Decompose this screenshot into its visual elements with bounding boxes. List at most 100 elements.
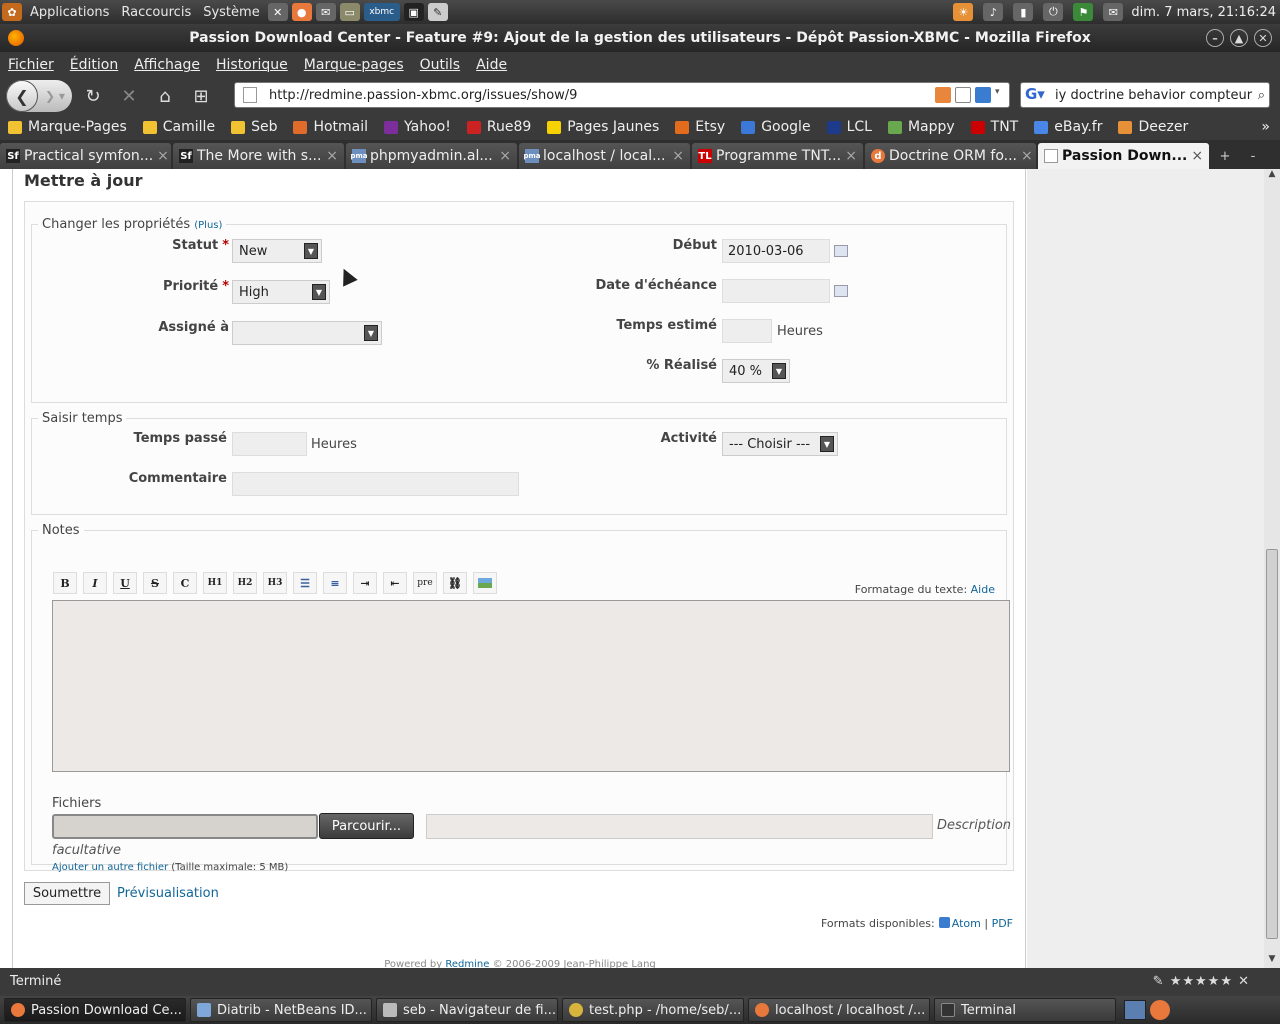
statut-select[interactable]: New ▼ xyxy=(232,239,322,263)
rating-stars-icon[interactable]: ✎ ★★★★★ ✕ xyxy=(1153,974,1250,989)
power-icon[interactable]: ⏻ xyxy=(1043,3,1064,21)
indent-right-icon[interactable]: ⇥ xyxy=(353,572,377,594)
new-tab-icon[interactable]: + xyxy=(1211,143,1239,169)
priorite-select[interactable]: High ▼ xyxy=(232,280,330,304)
url-text[interactable]: http://redmine.passion-xbmc.org/issues/s… xyxy=(269,88,577,103)
info-icon[interactable] xyxy=(975,87,991,103)
stop-icon[interactable]: ✕ xyxy=(114,81,144,111)
volume-icon[interactable]: ♪ xyxy=(983,3,1004,21)
bookmark-google[interactable]: Google xyxy=(733,119,818,135)
minimize-icon[interactable]: – xyxy=(1206,29,1224,47)
file-description-field[interactable] xyxy=(426,814,933,839)
tab-phpmyadmin[interactable]: pma phpmyadmin.al... × xyxy=(346,143,517,169)
task-terminal[interactable]: Terminal xyxy=(934,998,1116,1022)
clock[interactable]: dim. 7 mars, 21:16:24 xyxy=(1131,5,1276,20)
bookmark-etsy[interactable]: Etsy xyxy=(667,119,733,135)
tab-localhost[interactable]: pma localhost / local... × xyxy=(519,143,690,169)
menu-systeme[interactable]: Système xyxy=(197,5,265,20)
terminal-launcher-icon[interactable]: ▣ xyxy=(403,3,424,21)
forward-arrow-icon[interactable]: ❯ ▾ xyxy=(38,89,72,103)
assigne-select[interactable]: ▼ xyxy=(232,321,382,345)
menu-aide[interactable]: Aide xyxy=(468,57,515,73)
redmine-link[interactable]: Redmine xyxy=(445,959,489,968)
menu-marque-pages[interactable]: Marque-pages xyxy=(296,57,412,73)
heading3-button[interactable]: H3 xyxy=(263,572,287,594)
temps-passe-field[interactable] xyxy=(232,432,307,456)
add-file-link[interactable]: Ajouter un autre fichier xyxy=(52,862,168,873)
workspace-switcher-icon[interactable] xyxy=(1124,1000,1146,1020)
strikethrough-button[interactable]: S xyxy=(143,572,167,594)
gnome-foot-icon[interactable]: ✿ xyxy=(2,3,22,21)
bookmark-mappy[interactable]: Mappy xyxy=(880,119,963,135)
menu-raccourcis[interactable]: Raccourcis xyxy=(115,5,197,20)
tab-practical-symfony[interactable]: Sf Practical symfon... × xyxy=(0,143,171,169)
heading1-button[interactable]: H1 xyxy=(203,572,227,594)
scroll-up-icon[interactable]: ▲ xyxy=(1264,169,1280,183)
maximize-icon[interactable]: ▲ xyxy=(1230,29,1248,47)
firefox-tray-icon[interactable] xyxy=(1150,1000,1170,1020)
task-file-browser[interactable]: seb - Navigateur de fi... xyxy=(376,998,558,1022)
bookmark-rue89[interactable]: Rue89 xyxy=(459,119,539,135)
runner-icon[interactable]: ⚑ xyxy=(1073,3,1094,21)
tab-programme-tnt[interactable]: TL Programme TNT... × xyxy=(692,143,863,169)
notes-textarea[interactable] xyxy=(52,600,1010,772)
bookmark-camille[interactable]: Camille xyxy=(135,119,223,135)
tab-close-icon[interactable]: × xyxy=(668,148,684,164)
network-icon[interactable]: ▮ xyxy=(1013,3,1034,21)
menu-applications[interactable]: Applications xyxy=(24,5,115,20)
italic-button[interactable]: I xyxy=(83,572,107,594)
debut-field[interactable]: 2010-03-06 xyxy=(722,239,830,263)
tab-close-icon[interactable]: × xyxy=(1187,148,1203,164)
scrollbar-thumb[interactable] xyxy=(1266,549,1278,939)
close-icon[interactable]: ✕ xyxy=(1254,29,1272,47)
tab-close-icon[interactable]: × xyxy=(322,148,338,164)
text-editor-launcher-icon[interactable]: ✎ xyxy=(427,3,448,21)
search-text[interactable]: iy doctrine behavior compteur xyxy=(1055,88,1252,103)
bookmark-deezer[interactable]: Deezer xyxy=(1110,119,1196,135)
more-link[interactable]: (Plus) xyxy=(194,220,222,231)
realise-select[interactable]: 40 % ▼ xyxy=(722,359,790,383)
back-arrow-icon[interactable]: ❮ xyxy=(6,80,38,112)
pre-button[interactable]: pre xyxy=(413,572,437,594)
tab-more-with-symfony[interactable]: Sf The More with s... × xyxy=(173,143,344,169)
star-bookmark-icon[interactable] xyxy=(955,87,971,103)
reload-icon[interactable]: ↻ xyxy=(78,81,108,111)
search-icon[interactable]: ⌕ xyxy=(1254,88,1269,103)
tab-close-icon[interactable]: × xyxy=(153,148,169,164)
bookmarks-overflow-icon[interactable]: » xyxy=(1261,119,1280,135)
menu-affichage[interactable]: Affichage xyxy=(126,57,208,73)
tab-close-icon[interactable]: × xyxy=(841,148,857,164)
bookmark-seb[interactable]: Seb xyxy=(223,119,285,135)
dropdown-arrow-icon[interactable]: ▾ xyxy=(995,87,1005,103)
vertical-scrollbar[interactable]: ▲ ▼ xyxy=(1264,169,1280,968)
menu-fichier[interactable]: Fichier xyxy=(0,57,62,73)
task-gedit[interactable]: test.php - /home/seb/... xyxy=(562,998,744,1022)
mail-launcher-icon[interactable]: ✉ xyxy=(315,3,336,21)
activite-select[interactable]: --- Choisir --- ▼ xyxy=(722,432,838,456)
bold-button[interactable]: B xyxy=(53,572,77,594)
bookmark-pages-jaunes[interactable]: Pages Jaunes xyxy=(539,119,667,135)
url-bar[interactable]: http://redmine.passion-xbmc.org/issues/s… xyxy=(234,82,1010,108)
google-engine-icon[interactable]: G▾ xyxy=(1025,85,1051,105)
unordered-list-icon[interactable]: ☰ xyxy=(293,572,317,594)
task-netbeans[interactable]: Diatrib - NetBeans ID... xyxy=(190,998,372,1022)
task-firefox-passion[interactable]: Passion Download Ce... xyxy=(4,998,186,1022)
rss-feed-icon[interactable] xyxy=(935,87,951,103)
menu-edition[interactable]: Édition xyxy=(62,57,126,73)
indent-left-icon[interactable]: ⇤ xyxy=(383,572,407,594)
tab-list-icon[interactable]: - xyxy=(1239,143,1267,169)
task-firefox-localhost[interactable]: localhost / localhost /... xyxy=(748,998,930,1022)
tab-passion-download[interactable]: Passion Down... × xyxy=(1038,143,1209,169)
bookmark-hotmail[interactable]: Hotmail xyxy=(285,119,376,135)
echeance-field[interactable] xyxy=(722,279,830,303)
heading2-button[interactable]: H2 xyxy=(233,572,257,594)
code-button[interactable]: C xyxy=(173,572,197,594)
calendar-icon[interactable] xyxy=(834,245,848,257)
firefox-launcher-icon[interactable]: ● xyxy=(291,3,312,21)
home-icon[interactable]: ⌂ xyxy=(150,81,180,111)
bookmark-tnt[interactable]: TNT xyxy=(963,119,1027,135)
image-icon[interactable] xyxy=(473,572,497,594)
bookmark-marque-pages[interactable]: Marque-Pages xyxy=(0,119,135,135)
commentaire-field[interactable] xyxy=(232,472,519,496)
bookmark-lcl[interactable]: LCL xyxy=(819,119,880,135)
